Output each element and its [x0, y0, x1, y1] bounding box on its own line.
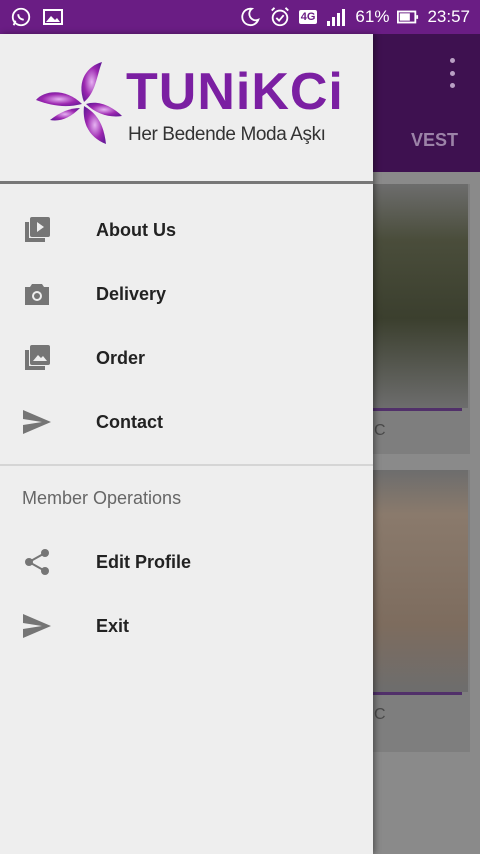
product-image	[372, 184, 468, 408]
brand-name: TUNiKCi	[126, 63, 344, 121]
menu-label: Delivery	[96, 283, 167, 304]
status-bar: 4G 61% 23:57	[0, 0, 480, 34]
menu-item-edit-profile[interactable]: Edit Profile	[0, 530, 373, 594]
camera-icon	[22, 280, 52, 308]
menu-label: Order	[96, 347, 146, 368]
brand-logo[interactable]: TUNiKCi Her Bedende Moda Aşkı	[36, 60, 346, 160]
video-library-icon	[22, 216, 52, 244]
product-code: C	[374, 422, 386, 439]
menu-label: Edit Profile	[96, 551, 192, 572]
card-divider	[372, 408, 462, 411]
tab-vest[interactable]: VEST	[411, 130, 458, 151]
send-icon	[22, 612, 52, 640]
gallery-notification-icon	[42, 6, 64, 28]
product-card[interactable]: C	[372, 470, 470, 752]
menu-item-contact[interactable]: Contact	[0, 390, 373, 454]
brand-tagline: Her Bedende Moda Aşkı	[128, 124, 326, 145]
menu-label: Contact	[96, 411, 163, 432]
card-divider	[372, 692, 462, 695]
menu-label: Exit	[96, 615, 130, 636]
overflow-menu-icon[interactable]	[446, 58, 458, 88]
header-divider	[0, 181, 373, 184]
menu-label: About Us	[96, 219, 176, 240]
navigation-drawer: TUNiKCi Her Bedende Moda Aşkı About Us D…	[0, 34, 373, 854]
signal-icon	[325, 6, 347, 28]
alarm-icon	[269, 6, 291, 28]
section-title-member-operations: Member Operations	[22, 488, 182, 508]
section-divider	[0, 464, 373, 466]
send-icon	[22, 408, 52, 436]
menu-item-exit[interactable]: Exit	[0, 594, 373, 658]
photo-library-icon	[22, 344, 52, 372]
moon-icon	[239, 6, 261, 28]
battery-icon	[397, 6, 419, 28]
whatsapp-icon	[10, 6, 32, 28]
status-time: 23:57	[427, 7, 470, 26]
menu-item-delivery[interactable]: Delivery	[0, 262, 373, 326]
product-image	[372, 470, 468, 692]
share-icon	[22, 548, 52, 576]
drawer-header: TUNiKCi Her Bedende Moda Aşkı	[0, 34, 373, 184]
battery-percent: 61%	[355, 7, 390, 26]
menu-item-about-us[interactable]: About Us	[0, 198, 373, 262]
network-type-badge: 4G	[298, 10, 318, 24]
product-card[interactable]: C	[372, 184, 470, 454]
product-code: C	[374, 706, 386, 723]
butterfly-icon	[36, 62, 122, 144]
menu-item-order[interactable]: Order	[0, 326, 373, 390]
